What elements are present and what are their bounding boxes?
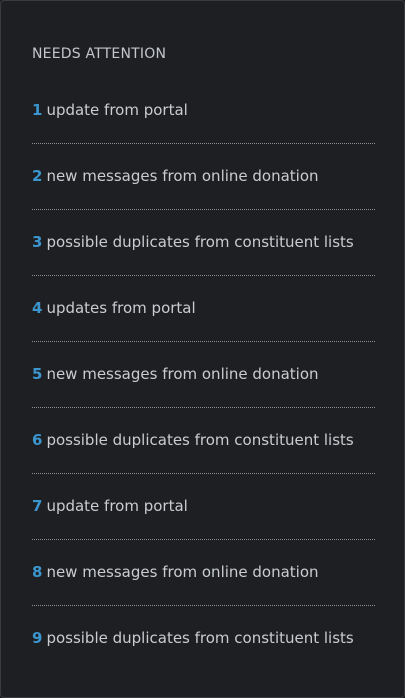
item-label: new messages from online donation [46,167,319,185]
item-label: possible duplicates from constituent lis… [46,629,354,647]
item-label: updates from portal [46,299,196,317]
list-item[interactable]: 7 update from portal [32,474,375,540]
list-item[interactable]: 6 possible duplicates from constituent li… [32,408,375,474]
item-count: 2 [32,167,43,185]
item-count: 4 [32,299,43,317]
item-count: 7 [32,497,43,515]
list-item[interactable]: 2 new messages from online donation [32,144,375,210]
list-item[interactable]: 9 possible duplicates from constituent li… [32,606,375,672]
item-label: new messages from online donation [46,563,319,581]
list-item[interactable]: 1 update from portal [32,78,375,144]
needs-attention-panel: NEEDS ATTENTION 1 update from portal 2 new… [0,0,405,698]
list-item[interactable]: 5 new messages from online donation [32,342,375,408]
item-label: update from portal [46,497,188,515]
item-count: 8 [32,563,43,581]
item-label: possible duplicates from constituent lis… [46,431,354,449]
item-label: possible duplicates from constituent lis… [46,233,354,251]
item-count: 3 [32,233,43,251]
item-count: 6 [32,431,43,449]
list-item[interactable]: 3 possible duplicates from constituent li… [32,210,375,276]
item-count: 9 [32,629,43,647]
item-count: 5 [32,365,43,383]
panel-heading: NEEDS ATTENTION [32,46,167,62]
item-label: update from portal [46,101,188,119]
list-item[interactable]: 4 updates from portal [32,276,375,342]
item-label: new messages from online donation [46,365,319,383]
item-count: 1 [32,101,43,119]
list-item[interactable]: 8 new messages from online donation [32,540,375,606]
attention-list: 1 update from portal 2 new messages from o… [32,78,375,672]
